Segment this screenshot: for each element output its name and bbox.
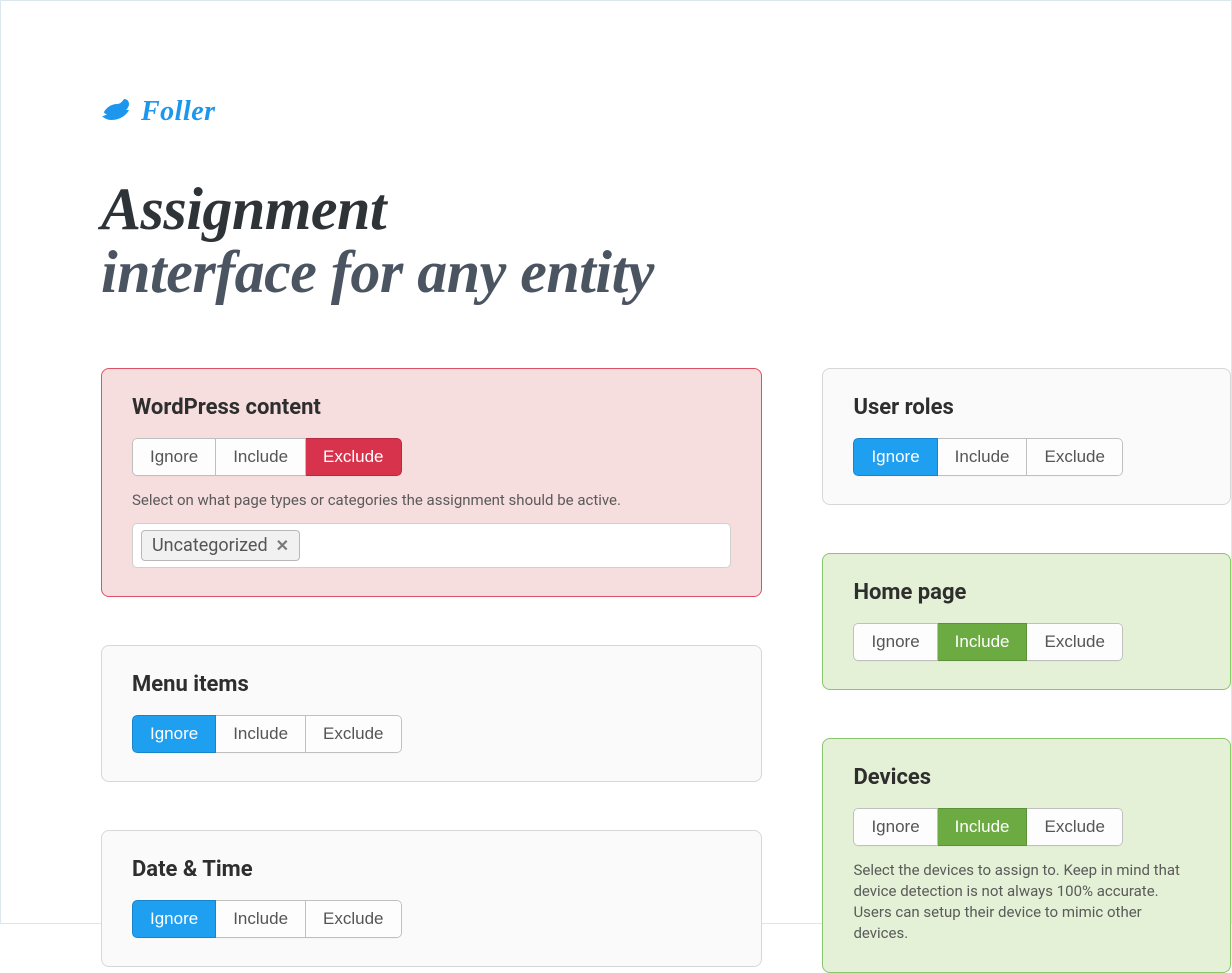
include-button[interactable]: Include	[216, 715, 306, 753]
helper-text: Select the devices to assign to. Keep in…	[853, 860, 1200, 944]
card-user-roles: User roles Ignore Include Exclude	[822, 368, 1231, 505]
card-title: Devices	[853, 765, 1200, 790]
tag-item: Uncategorized ✕	[141, 530, 300, 561]
hero-heading: Assignment interface for any entity	[101, 178, 1231, 304]
ignore-button[interactable]: Ignore	[132, 438, 216, 476]
brand-name: Foller	[141, 96, 216, 128]
state-toggle: Ignore Include Exclude	[853, 623, 1123, 661]
card-title: WordPress content	[132, 395, 731, 420]
include-button[interactable]: Include	[216, 438, 306, 476]
tag-remove-icon[interactable]: ✕	[274, 536, 291, 555]
include-button[interactable]: Include	[216, 900, 306, 938]
card-title: Date & Time	[132, 857, 731, 882]
ignore-button[interactable]: Ignore	[132, 715, 216, 753]
exclude-button[interactable]: Exclude	[306, 715, 401, 753]
state-toggle: Ignore Include Exclude	[853, 808, 1123, 846]
card-home-page: Home page Ignore Include Exclude	[822, 553, 1231, 690]
ignore-button[interactable]: Ignore	[853, 808, 937, 846]
exclude-button[interactable]: Exclude	[306, 900, 401, 938]
ignore-button[interactable]: Ignore	[853, 438, 937, 476]
tag-input[interactable]: Uncategorized ✕	[132, 523, 731, 568]
state-toggle: Ignore Include Exclude	[132, 900, 402, 938]
state-toggle: Ignore Include Exclude	[853, 438, 1123, 476]
include-button[interactable]: Include	[938, 438, 1028, 476]
exclude-button[interactable]: Exclude	[1027, 623, 1122, 661]
include-button[interactable]: Include	[938, 808, 1028, 846]
brand-logo: Foller	[101, 96, 1231, 128]
card-wordpress-content: WordPress content Ignore Include Exclude…	[101, 368, 762, 597]
card-devices: Devices Ignore Include Exclude Select th…	[822, 738, 1231, 973]
exclude-button[interactable]: Exclude	[1027, 808, 1122, 846]
card-title: Home page	[853, 580, 1200, 605]
exclude-button[interactable]: Exclude	[1027, 438, 1122, 476]
card-title: User roles	[853, 395, 1200, 420]
card-date-time: Date & Time Ignore Include Exclude	[101, 830, 762, 967]
state-toggle: Ignore Include Exclude	[132, 438, 402, 476]
hero-line-1: Assignment	[101, 178, 1231, 241]
ignore-button[interactable]: Ignore	[853, 623, 937, 661]
hero-line-2: interface for any entity	[101, 241, 1231, 304]
tag-label: Uncategorized	[152, 535, 268, 556]
card-title: Menu items	[132, 672, 731, 697]
bird-icon	[101, 96, 131, 128]
ignore-button[interactable]: Ignore	[132, 900, 216, 938]
exclude-button[interactable]: Exclude	[306, 438, 401, 476]
state-toggle: Ignore Include Exclude	[132, 715, 402, 753]
helper-text: Select on what page types or categories …	[132, 490, 731, 511]
include-button[interactable]: Include	[938, 623, 1028, 661]
card-menu-items: Menu items Ignore Include Exclude	[101, 645, 762, 782]
